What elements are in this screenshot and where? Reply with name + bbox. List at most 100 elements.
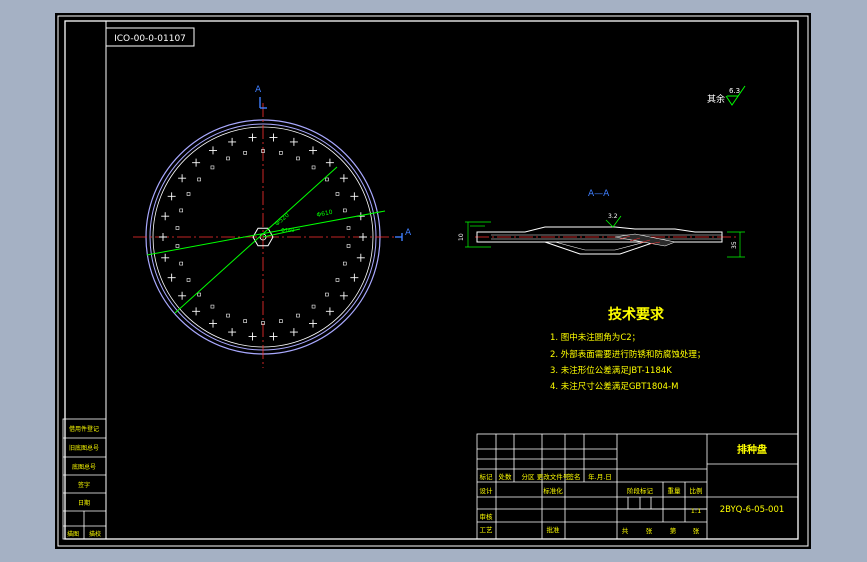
seed-hole-cross bbox=[289, 328, 298, 337]
tech-requirement-3: 3. 未注形位公差满足JBT-1184K bbox=[550, 365, 672, 376]
rev-header-count: 处数 bbox=[499, 472, 513, 481]
label-weight: 重量 bbox=[668, 487, 682, 495]
seed-hole-cross bbox=[248, 133, 257, 142]
seed-hole-cross bbox=[209, 319, 217, 328]
panel-base-number: 底图总号 bbox=[72, 463, 96, 471]
seed-hole-square bbox=[296, 156, 300, 161]
seed-hole-square bbox=[279, 319, 283, 323]
seed-hole-square bbox=[175, 244, 180, 248]
label-standardize: 标准化 bbox=[543, 486, 563, 495]
seed-hole-square bbox=[311, 304, 316, 309]
drawing-code-box: ICO-00-0-01107 bbox=[105, 27, 195, 47]
rev-header-zone: 分区 bbox=[522, 472, 536, 481]
tech-requirement-2: 2. 外部表面需要进行防锈和防腐蚀处理； bbox=[550, 349, 705, 360]
section-roughness-value: 3.2 bbox=[608, 213, 618, 220]
sheet-border bbox=[57, 15, 809, 547]
dim-leader-outer bbox=[146, 210, 386, 256]
dim-bolt-circle: Φ520 bbox=[274, 212, 291, 228]
dim-left-height: 10 bbox=[458, 233, 465, 241]
dim-hub-circle: Φ160 bbox=[281, 228, 294, 234]
panel-borrowed-register: 借用件登记 bbox=[69, 425, 99, 433]
seed-hole-cross bbox=[309, 146, 317, 155]
section-hatch-region bbox=[614, 233, 677, 247]
seed-hole-square bbox=[226, 156, 230, 161]
section-marker-top: A bbox=[255, 85, 262, 95]
seed-hole-square bbox=[296, 313, 300, 318]
cad-viewport[interactable]: ICO-00-0-01107 其余 6.3 A A Φ520 Φ610 Φ160 bbox=[55, 13, 811, 549]
tech-requirement-4: 4. 未注尺寸公差满足GBT1804-M bbox=[550, 381, 678, 392]
seed-hole-square bbox=[325, 292, 329, 297]
seed-hole-cross bbox=[192, 158, 201, 167]
part-name: 排种盘 bbox=[737, 443, 767, 456]
seed-hole-square bbox=[179, 261, 184, 266]
seed-hole-cross bbox=[228, 137, 237, 146]
seed-hole-square bbox=[243, 319, 247, 323]
seed-hole-cross bbox=[325, 158, 334, 167]
drawing-sheet: ICO-00-0-01107 其余 6.3 A A Φ520 Φ610 Φ160 bbox=[57, 15, 809, 547]
seed-hole-square bbox=[346, 226, 351, 230]
label-scale: 比例 bbox=[690, 486, 703, 495]
panel-date: 日期 bbox=[78, 499, 90, 507]
seed-hole-square bbox=[210, 304, 215, 309]
seed-hole-cross bbox=[192, 307, 201, 316]
tech-requirement-1: 1. 图中未注圆角为C2； bbox=[550, 332, 640, 343]
label-review: 审核 bbox=[480, 512, 494, 521]
label-stage-mark: 阶段标记 bbox=[627, 486, 654, 495]
panel-signature: 签字 bbox=[78, 481, 90, 489]
seed-hole-cross bbox=[228, 328, 237, 337]
dim-outer-circle: Φ610 bbox=[316, 209, 333, 219]
dim-leader-bolt bbox=[174, 166, 338, 314]
seed-hole-cross bbox=[356, 253, 365, 262]
label-approve: 批准 bbox=[547, 525, 561, 534]
seed-hole-square bbox=[325, 177, 329, 182]
seed-hole-square bbox=[226, 313, 230, 318]
seed-hole-cross bbox=[167, 273, 176, 282]
seed-hole-square bbox=[175, 226, 180, 230]
rev-header-mark: 标记 bbox=[480, 472, 494, 481]
seed-hole-cross bbox=[178, 174, 187, 183]
drawing-code-text: ICO-00-0-01107 bbox=[114, 34, 186, 44]
rev-header-date: 年.月.日 bbox=[588, 472, 612, 481]
seed-hole-square bbox=[335, 192, 340, 196]
rev-header-signature: 签名 bbox=[568, 472, 581, 481]
seed-hole-cross bbox=[325, 307, 334, 316]
scale-value: 1:1 bbox=[691, 507, 701, 515]
seed-hole-cross bbox=[161, 212, 170, 221]
seed-hole-cross bbox=[359, 233, 367, 241]
rev-header-change-doc: 更改文件号 bbox=[537, 472, 570, 481]
seed-hole-square bbox=[186, 278, 191, 282]
panel-draw: 描图 bbox=[67, 530, 79, 538]
label-process: 工艺 bbox=[480, 526, 494, 534]
seed-hole-cross bbox=[350, 273, 359, 282]
roughness-label: 其余 bbox=[707, 93, 725, 105]
seed-hole-square bbox=[342, 261, 347, 266]
left-record-panel bbox=[62, 418, 107, 540]
seed-hole-square bbox=[197, 292, 201, 297]
section-marker-right: A bbox=[405, 228, 412, 238]
drawing-number: 2BYQ-6-05-001 bbox=[720, 505, 785, 515]
surface-roughness-note: 其余 6.3 bbox=[707, 85, 746, 106]
seed-hole-square bbox=[279, 151, 283, 155]
section-view-title: A—A bbox=[588, 189, 610, 199]
seed-hole-square bbox=[335, 278, 340, 282]
panel-check: 描校 bbox=[89, 530, 101, 538]
seed-hole-cross bbox=[209, 146, 217, 155]
seed-hole-cross bbox=[159, 233, 167, 241]
seed-hole-square bbox=[197, 177, 201, 182]
seed-hole-cross bbox=[289, 137, 298, 146]
seed-hole-cross bbox=[309, 319, 317, 328]
seed-hole-cross bbox=[269, 332, 278, 341]
seed-hole-square bbox=[346, 244, 351, 248]
seed-hole-cross bbox=[339, 291, 348, 300]
seed-hole-square bbox=[243, 151, 247, 155]
seed-hole-cross bbox=[339, 174, 348, 183]
seed-hole-cross bbox=[178, 291, 187, 300]
technical-requirements: 技术要求 1. 图中未注圆角为C2； 2. 外部表面需要进行防锈和防腐蚀处理； … bbox=[550, 306, 705, 392]
drawing-frame bbox=[64, 20, 799, 540]
label-total: 共 bbox=[622, 526, 629, 535]
panel-old-base-number: 旧底图总号 bbox=[69, 444, 99, 452]
seed-hole-square bbox=[342, 208, 347, 213]
section-plate-outline bbox=[476, 226, 723, 243]
plan-view: A A Φ520 Φ610 Φ160 bbox=[133, 85, 412, 368]
seed-hole-cross bbox=[269, 133, 278, 142]
